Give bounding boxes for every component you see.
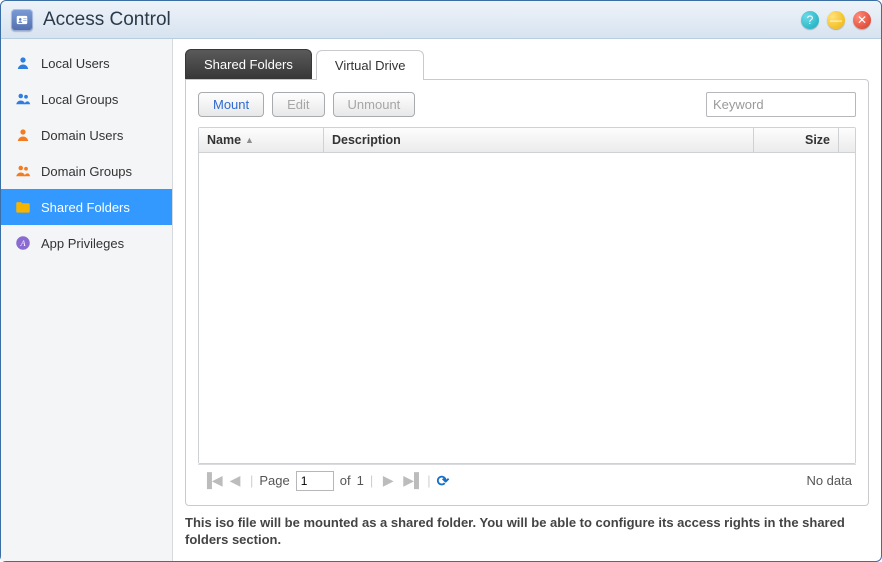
main-panel: Shared Folders Virtual Drive Mount Edit … [173,39,881,561]
sidebar-item-label: App Privileges [41,236,124,251]
sidebar-item-label: Domain Groups [41,164,132,179]
next-page-icon[interactable]: ▶ [379,472,397,489]
prev-page-icon[interactable]: ◀ [226,472,244,489]
users-icon [13,89,33,109]
paging-bar: ▐◀ ◀ | Page of 1 | ▶ ▶▌ | ⟳ No data [198,464,856,497]
sidebar-item-label: Local Users [41,56,110,71]
grid-header: Name ▲ Description Size [199,128,855,153]
last-page-icon[interactable]: ▶▌ [403,472,421,489]
svg-text:A: A [19,239,26,248]
unmount-button[interactable]: Unmount [333,92,416,117]
separator: | [250,473,253,488]
sidebar: Local Users Local Groups Domain Users Do… [1,39,173,561]
refresh-icon[interactable]: ⟳ [437,472,450,490]
tab-panel: Mount Edit Unmount Name ▲ Description [185,79,869,506]
sort-asc-icon: ▲ [245,135,254,145]
close-button[interactable]: ✕ [853,11,871,29]
window: Access Control ? — ✕ Local Users Local G… [0,0,882,562]
sidebar-item-label: Domain Users [41,128,123,143]
window-body: Local Users Local Groups Domain Users Do… [1,39,881,561]
column-label: Size [805,133,830,147]
column-header-description[interactable]: Description [324,128,754,152]
separator: | [370,473,373,488]
column-header-name[interactable]: Name ▲ [199,128,324,152]
users-icon [13,161,33,181]
mount-button[interactable]: Mount [198,92,264,117]
footer-note: This iso file will be mounted as a share… [185,514,869,549]
sidebar-item-domain-groups[interactable]: Domain Groups [1,153,172,189]
sidebar-item-local-groups[interactable]: Local Groups [1,81,172,117]
search-input[interactable] [706,92,856,117]
tab-shared-folders[interactable]: Shared Folders [185,49,312,79]
tab-virtual-drive[interactable]: Virtual Drive [316,50,425,80]
page-input[interactable] [296,471,334,491]
sidebar-item-shared-folders[interactable]: Shared Folders [1,189,172,225]
user-icon [13,125,33,145]
app-icon [11,9,33,31]
window-title: Access Control [43,9,793,31]
folder-icon [13,197,33,217]
column-header-pad [839,128,855,152]
of-label: of [340,473,351,488]
page-label: Page [259,473,289,488]
sidebar-item-label: Shared Folders [41,200,130,215]
edit-button[interactable]: Edit [272,92,324,117]
grid: Name ▲ Description Size [198,127,856,464]
app-icon: A [13,233,33,253]
column-header-size[interactable]: Size [754,128,839,152]
sidebar-item-app-privileges[interactable]: A App Privileges [1,225,172,261]
minimize-button[interactable]: — [827,11,845,29]
separator: | [427,473,430,488]
help-button[interactable]: ? [801,11,819,29]
sidebar-item-local-users[interactable]: Local Users [1,45,172,81]
toolbar: Mount Edit Unmount [198,92,856,117]
contact-card-icon [15,13,29,27]
total-pages: 1 [357,473,364,488]
tabs: Shared Folders Virtual Drive [185,49,869,79]
paging-status: No data [806,473,852,488]
column-label: Description [332,133,401,147]
first-page-icon[interactable]: ▐◀ [202,472,220,489]
grid-body [199,153,855,463]
sidebar-item-label: Local Groups [41,92,118,107]
titlebar: Access Control ? — ✕ [1,1,881,39]
column-label: Name [207,133,241,147]
sidebar-item-domain-users[interactable]: Domain Users [1,117,172,153]
user-icon [13,53,33,73]
